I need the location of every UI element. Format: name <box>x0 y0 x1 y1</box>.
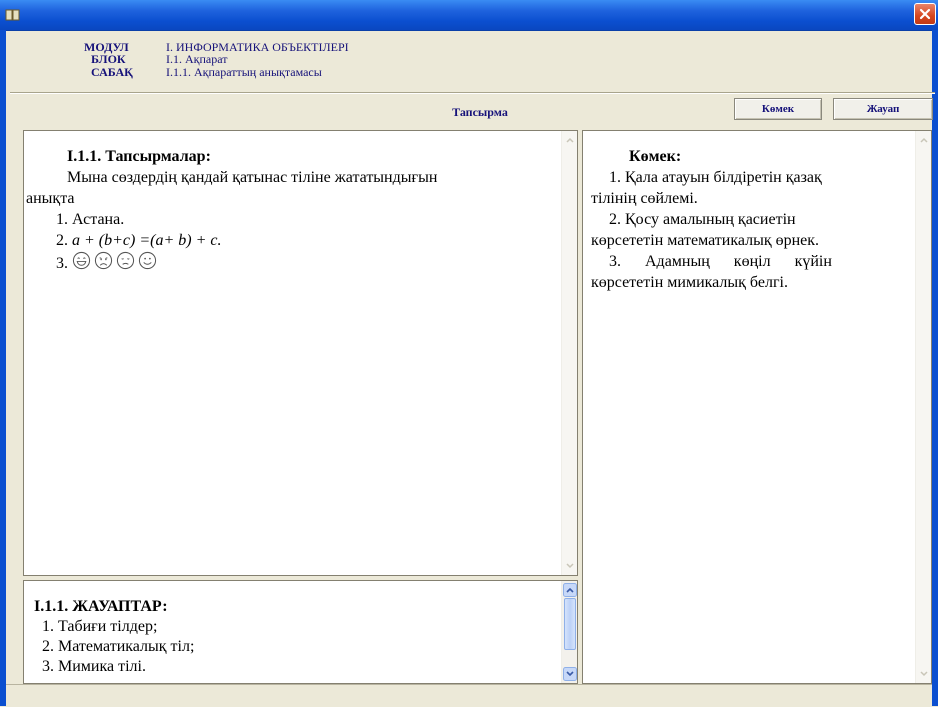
title-bar <box>0 0 938 31</box>
task-item-2: 2. a + (b+c) =(a+ b) + c. <box>56 232 222 249</box>
task-scrollbar[interactable] <box>561 131 577 575</box>
answers-panel[interactable]: I.1.1. ЖАУАПТАР: 1. Табиғи тілдер; 2. Ма… <box>23 580 578 684</box>
app-icon <box>5 9 20 21</box>
answer-item: 3. Мимика тілі. <box>42 658 146 675</box>
help-panel[interactable]: Көмек: 1. Қала атауын білдіретін қазақ т… <box>582 130 932 684</box>
answers-title: I.1.1. ЖАУАПТАР: <box>34 598 168 615</box>
task-item-3: 3. <box>24 251 562 274</box>
window-frame-right <box>932 30 938 706</box>
status-bar <box>6 684 932 707</box>
lesson-label: САБАҚ <box>91 65 133 79</box>
help-button[interactable]: Көмек <box>734 98 822 120</box>
laughing-face-icon <box>72 251 91 270</box>
task-title: I.1.1. Тапсырмалар: <box>67 148 211 165</box>
help-line: көрсететін мимикалық белгі. <box>591 274 788 291</box>
close-button[interactable] <box>914 3 936 25</box>
window-frame-left <box>0 30 6 706</box>
task-item-1: 1. Астана. <box>56 211 125 228</box>
task-line: Мына сөздердің қандай қатынас тіліне жат… <box>67 169 438 186</box>
scroll-up-icon[interactable] <box>563 133 577 147</box>
answer-button[interactable]: Жауап <box>833 98 933 120</box>
smiling-face-icon <box>138 251 157 270</box>
lesson-value: I.1.1. Ақпараттың анықтамасы <box>166 65 322 79</box>
scroll-up-icon[interactable] <box>563 583 577 597</box>
scroll-down-icon[interactable] <box>563 559 577 573</box>
help-line: 2. Қосу амалының қасиетін <box>609 211 796 228</box>
help-line: көрсететін математикалық өрнек. <box>591 232 820 249</box>
sad-face-icon <box>94 251 113 270</box>
close-icon <box>919 8 931 20</box>
crying-face-icon <box>116 251 135 270</box>
task-panel[interactable]: I.1.1. Тапсырмалар: Мына сөздердің қанда… <box>23 130 578 576</box>
tab-task-title: Тапсырма <box>452 105 508 119</box>
scroll-down-icon[interactable] <box>563 667 577 681</box>
task-line: анықта <box>26 190 75 207</box>
scroll-thumb[interactable] <box>564 598 576 650</box>
lesson-header: МОДУЛ I. ИНФОРМАТИКА ОБЪЕКТІЛЕРІ БЛОК I.… <box>10 36 930 92</box>
help-line: тілінің сөйлемі. <box>591 190 698 207</box>
help-title: Көмек: <box>629 148 682 165</box>
help-line: 3. Адамның көңіл күйін <box>609 253 832 270</box>
scroll-up-icon[interactable] <box>917 133 931 147</box>
formula: a + (b+c) =(a+ b) + c. <box>72 232 222 249</box>
answer-item: 2. Математикалық тіл; <box>42 638 195 655</box>
help-line: 1. Қала атауын білдіретін қазақ <box>609 169 822 186</box>
answers-scrollbar[interactable] <box>561 581 577 683</box>
help-scrollbar[interactable] <box>915 131 931 683</box>
scroll-down-icon[interactable] <box>917 667 931 681</box>
answer-item: 1. Табиғи тілдер; <box>42 618 158 635</box>
